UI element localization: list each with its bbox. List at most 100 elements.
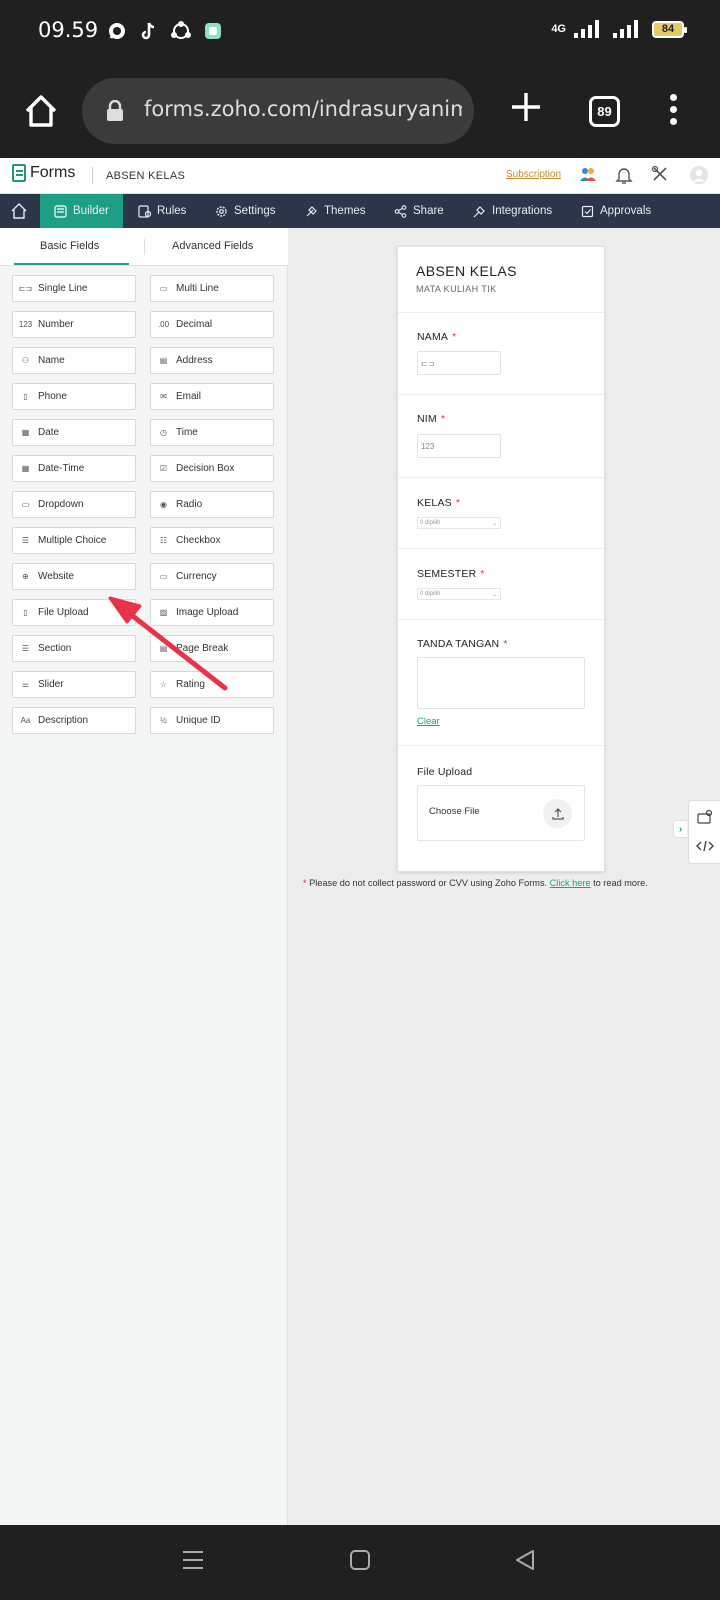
- app-icon: [202, 20, 224, 42]
- field-checkbox[interactable]: ☷ Checkbox: [150, 527, 274, 554]
- home-icon[interactable]: [22, 92, 62, 132]
- back-nav-icon[interactable]: [512, 1547, 542, 1577]
- form-name[interactable]: ABSEN KELAS: [106, 170, 185, 182]
- kelas-select[interactable]: 0 dipilih ⌄: [417, 517, 501, 529]
- field-email[interactable]: ✉ Email: [150, 383, 274, 410]
- field-name[interactable]: ⚇ Name: [12, 347, 136, 374]
- form-subtitle[interactable]: MATA KULIAH TIK: [416, 284, 497, 294]
- tab-settings[interactable]: Settings: [215, 194, 276, 228]
- chevron-down-icon: ⌄: [491, 591, 497, 598]
- field-radio[interactable]: ◉ Radio: [150, 491, 274, 518]
- field-label-file-upload[interactable]: File Upload: [417, 766, 472, 778]
- field-label-tanda-tangan[interactable]: TANDA TANGAN *: [417, 638, 508, 650]
- active-tab-indicator: [14, 263, 129, 265]
- tab-advanced-fields[interactable]: Advanced Fields: [172, 240, 253, 252]
- url-text: forms.zoho.com/indrasuryanimust: [144, 97, 462, 121]
- field-label: Website: [38, 571, 74, 582]
- avatar[interactable]: [689, 165, 709, 185]
- field-date-time[interactable]: ▦ Date-Time: [12, 455, 136, 482]
- tab-rules[interactable]: Rules: [138, 194, 186, 228]
- nim-input[interactable]: 123: [417, 434, 501, 458]
- field-section[interactable]: ☰ Section: [12, 635, 136, 662]
- field-slider[interactable]: ⚌ Slider: [12, 671, 136, 698]
- tab-share[interactable]: Share: [394, 194, 444, 228]
- field-time[interactable]: ◷ Time: [150, 419, 274, 446]
- signature-pad[interactable]: [417, 657, 585, 709]
- preview-icon[interactable]: [697, 809, 713, 830]
- field-rating[interactable]: ☆ Rating: [150, 671, 274, 698]
- field-label-nama[interactable]: NAMA *: [417, 331, 456, 343]
- field-decision-box[interactable]: ☑ Decision Box: [150, 455, 274, 482]
- address-bar[interactable]: forms.zoho.com/indrasuryanimust: [82, 78, 474, 144]
- upload-icon[interactable]: [543, 799, 572, 828]
- privacy-notice: * Please do not collect password or CVV …: [303, 878, 648, 888]
- field-label-kelas[interactable]: KELAS *: [417, 497, 460, 509]
- field-description[interactable]: Aa Description: [12, 707, 136, 734]
- side-toolbar: [688, 800, 720, 864]
- more-menu-icon[interactable]: [666, 94, 680, 128]
- field-image-upload[interactable]: ▨ Image Upload: [150, 599, 274, 626]
- field-label-nim[interactable]: NIM *: [417, 413, 445, 425]
- field-currency[interactable]: ▭ Currency: [150, 563, 274, 590]
- field-phone[interactable]: ▯ Phone: [12, 383, 136, 410]
- tools-icon[interactable]: [651, 165, 671, 185]
- nav-home-icon[interactable]: [0, 194, 38, 228]
- tab-basic-fields[interactable]: Basic Fields: [40, 240, 99, 252]
- tab-approvals[interactable]: Approvals: [581, 194, 651, 228]
- field-label: Checkbox: [176, 535, 221, 546]
- field-label: Description: [38, 715, 89, 726]
- choose-file-label: Choose File: [429, 806, 480, 817]
- team-icon[interactable]: [578, 165, 598, 185]
- nama-input[interactable]: ⊏⊐: [417, 351, 501, 375]
- tab-share-label: Share: [413, 205, 444, 217]
- tab-builder[interactable]: Builder: [40, 194, 123, 228]
- field-number[interactable]: 123 Number: [12, 311, 136, 338]
- field-label: Single Line: [38, 283, 88, 294]
- file-upload-box[interactable]: Choose File: [417, 785, 585, 841]
- new-tab-button[interactable]: [508, 90, 544, 126]
- bell-icon[interactable]: [615, 165, 635, 185]
- field-divider: [398, 619, 604, 620]
- tab-integrations[interactable]: Integrations: [473, 194, 552, 228]
- clear-signature-link[interactable]: Clear: [417, 716, 440, 727]
- field-label: Number: [38, 319, 74, 330]
- subscription-link[interactable]: Subscription: [506, 169, 561, 180]
- code-icon[interactable]: [696, 839, 714, 858]
- tab-settings-label: Settings: [234, 205, 276, 217]
- brand-name: Forms: [30, 164, 76, 181]
- field-decimal[interactable]: .00 Decimal: [150, 311, 274, 338]
- tab-themes[interactable]: Themes: [305, 194, 366, 228]
- email-icon: ✉: [160, 392, 167, 401]
- field-label-semester[interactable]: SEMESTER *: [417, 568, 485, 580]
- zoho-forms-logo[interactable]: Forms: [12, 164, 75, 182]
- share-icon: [394, 204, 407, 218]
- chevron-down-icon: ⌄: [491, 520, 497, 527]
- field-file-upload[interactable]: ▯ File Upload: [12, 599, 136, 626]
- field-dropdown[interactable]: ▭ Dropdown: [12, 491, 136, 518]
- field-page-break[interactable]: ▤ Page Break: [150, 635, 274, 662]
- status-time: 09.59: [38, 18, 99, 42]
- field-label: Multiple Choice: [38, 535, 107, 546]
- field-multi-line[interactable]: ▭ Multi Line: [150, 275, 274, 302]
- recent-apps-icon[interactable]: [180, 1547, 210, 1577]
- slider-icon: ⚌: [21, 680, 30, 689]
- field-multiple-choice[interactable]: ☰ Multiple Choice: [12, 527, 136, 554]
- home-nav-icon[interactable]: [347, 1547, 377, 1577]
- id-icon: ½: [160, 716, 167, 725]
- field-date[interactable]: ▦ Date: [12, 419, 136, 446]
- phone-icon: ▯: [23, 392, 28, 401]
- field-single-line[interactable]: ⊏⊐ Single Line: [12, 275, 136, 302]
- currency-icon: ▭: [159, 572, 168, 581]
- calendar-icon: ▦: [21, 428, 30, 437]
- form-title[interactable]: ABSEN KELAS: [416, 263, 517, 279]
- semester-select[interactable]: 0 dipilih ⌄: [417, 588, 501, 600]
- field-divider: [398, 548, 604, 549]
- chevron-right-icon[interactable]: ›: [673, 820, 687, 838]
- field-address[interactable]: ▤ Address: [150, 347, 274, 374]
- tab-builder-label: Builder: [73, 205, 109, 217]
- tab-switcher-button[interactable]: 89: [589, 96, 620, 127]
- field-unique-id[interactable]: ½ Unique ID: [150, 707, 274, 734]
- click-here-link[interactable]: Click here: [550, 878, 591, 888]
- form-preview-card: ABSEN KELAS MATA KULIAH TIK NAMA * ⊏⊐ NIM…: [397, 246, 605, 872]
- field-website[interactable]: ⊕ Website: [12, 563, 136, 590]
